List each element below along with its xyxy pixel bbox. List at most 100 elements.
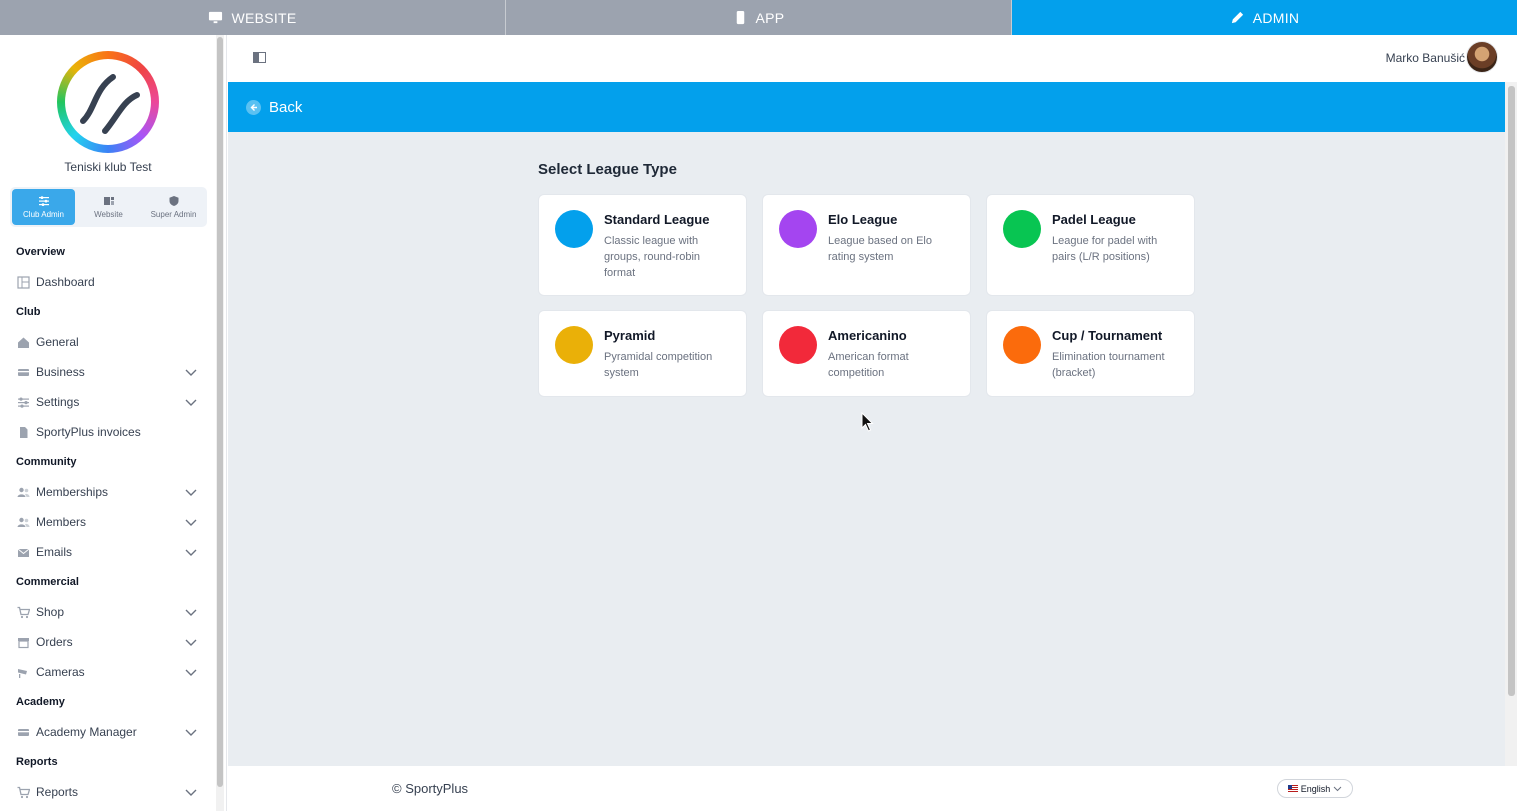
sidebar-item-academy-manager[interactable]: Academy Manager (0, 717, 216, 747)
chevron-down-icon[interactable] (184, 665, 198, 679)
tab-admin[interactable]: ADMIN (1012, 0, 1517, 35)
role-website[interactable]: Website (77, 189, 140, 225)
app-header: Marko Banušić (228, 35, 1517, 82)
sidebar-item-members[interactable]: Members (0, 507, 216, 537)
chevron-down-icon[interactable] (184, 635, 198, 649)
main-content: Select League Type Standard League Class… (228, 132, 1505, 766)
monitor-icon (209, 11, 223, 24)
chevron-down-icon[interactable] (184, 395, 198, 409)
league-card-pyramid[interactable]: Pyramid Pyramidal competition system (538, 310, 747, 397)
pencil-icon (1231, 11, 1243, 24)
user-name[interactable]: Marko Banušić (1386, 51, 1465, 65)
sidebar-item-label: Cameras (36, 665, 85, 679)
tab-app[interactable]: APP (506, 0, 1012, 35)
top-mode-bar: WEBSITE APP ADMIN (0, 0, 1517, 35)
league-card-title: Americanino (828, 328, 907, 343)
sidebar-item-label: Orders (36, 635, 73, 649)
mouse-cursor-icon (861, 412, 874, 432)
back-label: Back (269, 98, 303, 116)
league-card-elo[interactable]: Elo League League based on Elo rating sy… (762, 194, 971, 296)
league-card-title: Padel League (1052, 212, 1136, 227)
league-card-title: Pyramid (604, 328, 656, 343)
sidebar-toggle-icon[interactable] (253, 52, 266, 63)
tab-app-label: APP (755, 9, 785, 26)
league-card-americanino[interactable]: Americanino American format competition (762, 310, 971, 397)
language-selector[interactable]: English (1277, 779, 1353, 798)
sidebar-item-label: Emails (36, 545, 73, 559)
sidebar-item-general[interactable]: General (0, 327, 216, 357)
chevron-down-icon[interactable] (184, 365, 198, 379)
league-color-dot (1003, 210, 1041, 248)
section-community: Community (16, 456, 77, 468)
copyright-text: © SportyPlus (392, 781, 469, 796)
league-card-cup-tournament[interactable]: Cup / Tournament Elimination tournament … (986, 310, 1195, 397)
back-button[interactable]: Back (228, 82, 1505, 132)
league-card-title: Elo League (828, 212, 898, 227)
league-card-description: American format competition (828, 351, 909, 379)
sidebar-item-label: Reports (36, 785, 79, 799)
league-card-title: Standard League (604, 212, 710, 227)
league-card-description: Classic league with groups, round-robin … (604, 235, 701, 279)
cart-icon (17, 606, 30, 619)
league-type-grid: Standard League Classic league with grou… (538, 194, 1195, 397)
users-icon (17, 486, 30, 499)
league-color-dot (1003, 326, 1041, 364)
league-card-description: Elimination tournament (bracket) (1052, 351, 1165, 379)
dashboard-icon (17, 275, 30, 289)
section-commercial: Commercial (16, 576, 79, 588)
sidebar-scrollbar-thumb[interactable] (217, 37, 223, 787)
chevron-down-icon[interactable] (184, 515, 198, 529)
sidebar-item-label: Members (36, 515, 87, 529)
club-name: Teniski klub Test (64, 160, 152, 174)
sliders-icon (38, 196, 49, 206)
sidebar-item-cameras[interactable]: Cameras (0, 657, 216, 687)
sidebar-item-dashboard[interactable]: Dashboard (0, 267, 216, 297)
league-card-description: League for padel with pairs (L/R positio… (1052, 235, 1158, 263)
chevron-down-icon (1333, 786, 1342, 791)
role-switcher: Club Admin Website Super Admin (10, 187, 207, 227)
sliders-icon (17, 396, 30, 409)
mail-icon (17, 546, 30, 559)
sidebar-item-memberships[interactable]: Memberships (0, 477, 216, 507)
sidebar-item-label: Dashboard (36, 275, 95, 289)
tab-website[interactable]: WEBSITE (0, 0, 506, 35)
main-scrollbar-thumb[interactable] (1508, 86, 1515, 696)
users-icon (17, 516, 30, 529)
sidebar-item-label: Settings (36, 395, 80, 409)
section-club: Club (16, 306, 41, 318)
card-icon (17, 366, 30, 379)
chevron-down-icon[interactable] (184, 725, 198, 739)
sidebar-item-business[interactable]: Business (0, 357, 216, 387)
sidebar-item-reports[interactable]: Reports (0, 777, 216, 807)
phone-icon (736, 10, 744, 25)
footer: © SportyPlus English (228, 766, 1517, 811)
sidebar-nav: Overview Dashboard Club General Business… (0, 237, 216, 807)
camera-icon (17, 666, 30, 679)
chevron-down-icon[interactable] (184, 785, 198, 799)
league-card-standard[interactable]: Standard League Classic league with grou… (538, 194, 747, 296)
avatar[interactable] (1466, 41, 1498, 73)
sidebar-item-orders[interactable]: Orders (0, 627, 216, 657)
league-color-dot (779, 326, 817, 364)
tab-website-label: WEBSITE (231, 9, 297, 26)
role-club-admin[interactable]: Club Admin (12, 189, 75, 225)
role-club-admin-label: Club Admin (23, 210, 64, 219)
sidebar-item-label: Memberships (36, 485, 109, 499)
chevron-down-icon[interactable] (184, 605, 198, 619)
chevron-down-icon[interactable] (184, 485, 198, 499)
league-card-padel[interactable]: Padel League League for padel with pairs… (986, 194, 1195, 296)
league-color-dot (555, 326, 593, 364)
league-color-dot (779, 210, 817, 248)
sidebar-item-sportyplus-invoices[interactable]: SportyPlus invoices (0, 417, 216, 447)
chevron-down-icon[interactable] (184, 545, 198, 559)
sidebar-item-shop[interactable]: Shop (0, 597, 216, 627)
card-icon (17, 726, 30, 739)
sidebar-item-emails[interactable]: Emails (0, 537, 216, 567)
sidebar-item-settings[interactable]: Settings (0, 387, 216, 417)
sidebar-item-label: Business (36, 365, 85, 379)
role-super-admin[interactable]: Super Admin (142, 189, 205, 225)
league-card-title: Cup / Tournament (1052, 328, 1163, 343)
sidebar-item-label: Shop (36, 605, 65, 619)
league-card-description: League based on Elo rating system (828, 235, 932, 263)
sidebar: Teniski klub Test Club Admin Website Sup… (0, 35, 227, 811)
